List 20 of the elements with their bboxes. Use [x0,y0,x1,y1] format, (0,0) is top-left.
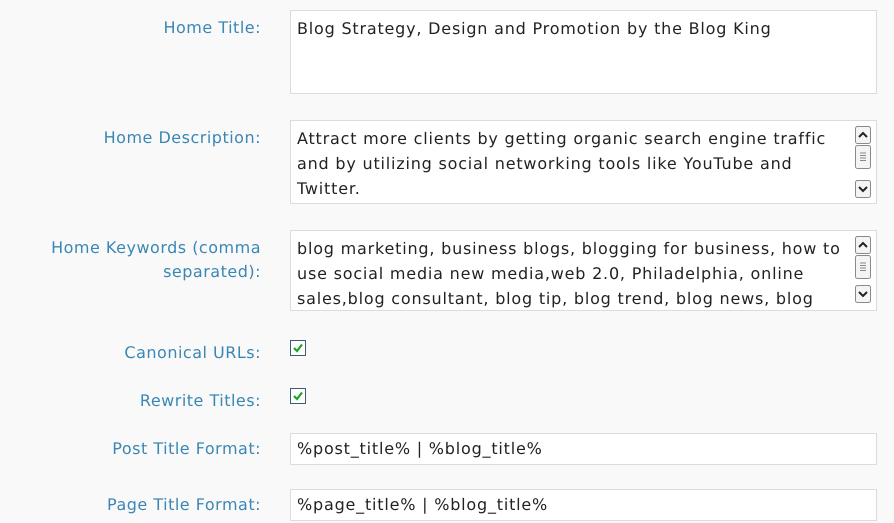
scroll-up-icon[interactable] [855,126,871,144]
scroll-down-icon[interactable] [855,180,871,198]
text-area[interactable]: blog marketing, business blogs, blogging for business, how to use social media new media,web 2.0, Philadelphia, online sales,blog consultant, blog tip, blog trend, blog news, blog [290,230,877,311]
field-label: Home Title: [162,17,261,39]
field-label: Page Title Format: [106,494,261,516]
scroll-down-icon[interactable] [855,285,871,303]
field-label: Home Description: [102,127,261,149]
text-area[interactable]: Attract more clients by getting organic search engine traffic and by utilizing social networking tools like YouTube and Twitter. [290,120,877,204]
text-area[interactable]: Blog Strategy, Design and Promotion by the Blog King [290,10,877,94]
field-label: Rewrite Titles: [138,390,261,412]
scroll-thumb-icon[interactable] [855,145,871,169]
scroll-up-icon[interactable] [855,236,871,254]
checkbox[interactable] [290,340,306,356]
field-label: Canonical URLs: [123,342,261,364]
scroll-thumb-icon[interactable] [855,255,871,279]
checkbox[interactable] [290,388,306,404]
field-label: Home Keywords (comma separated): [50,237,261,283]
text-input[interactable]: %page_title% | %blog_title% [290,489,877,521]
text-input[interactable]: %post_title% | %blog_title% [290,433,877,465]
field-label: Post Title Format: [111,438,261,460]
